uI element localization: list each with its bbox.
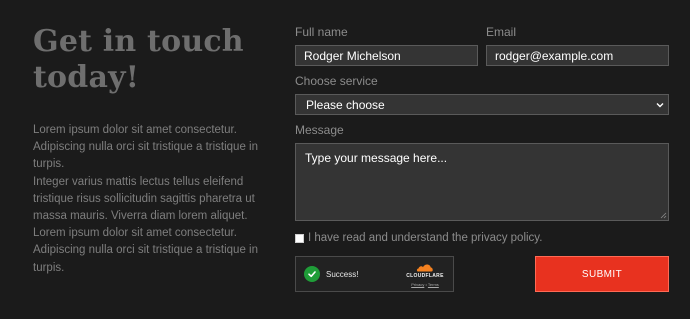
service-label: Choose service [295, 74, 378, 88]
message-label: Message [295, 123, 344, 137]
privacy-checkbox[interactable] [295, 233, 304, 243]
full-name-group: Full name [295, 25, 478, 66]
captcha-terms-link[interactable]: Terms [428, 282, 439, 287]
privacy-label: I have read and understand the privacy p… [308, 232, 543, 244]
intro-text: Lorem ipsum dolor sit amet consectetur. … [33, 122, 263, 277]
intro-section: Get in touch today! Lorem ipsum dolor si… [33, 24, 263, 277]
captcha-status: Success! [326, 269, 359, 279]
email-label: Email [486, 25, 517, 39]
message-placeholder: Type your message here... [305, 151, 448, 165]
captcha-widget[interactable]: Success! CLOUDFLARE Privacy • Terms [295, 256, 454, 292]
captcha-privacy-link[interactable]: Privacy [411, 282, 424, 287]
form-actions: Success! CLOUDFLARE Privacy • Terms SUBM… [295, 256, 669, 292]
cloudflare-wordmark: CLOUDFLARE [406, 273, 444, 279]
message-group: Message Type your message here... [295, 123, 669, 221]
message-textarea[interactable]: Type your message here... [295, 143, 669, 221]
resize-handle-icon[interactable] [660, 212, 667, 219]
service-group: Choose service Please choose [295, 74, 669, 115]
full-name-label: Full name [295, 25, 348, 39]
email-group: Email [486, 25, 669, 66]
page-title-line1: Get in touch [33, 24, 244, 59]
captcha-links: Privacy • Terms [405, 282, 445, 287]
captcha-link-separator: • [425, 282, 427, 287]
intro-paragraph-2: Integer varius mattis lectus tellus elei… [33, 175, 258, 274]
name-email-row: Full name Email [295, 25, 669, 66]
cloudflare-branding: CLOUDFLARE Privacy • Terms [405, 263, 445, 287]
service-select[interactable]: Please choose [295, 94, 669, 115]
full-name-input[interactable] [295, 45, 478, 66]
privacy-consent[interactable]: I have read and understand the privacy p… [295, 232, 669, 244]
submit-button[interactable]: SUBMIT [535, 256, 669, 292]
page-title-line2: today! [33, 60, 140, 95]
check-circle-icon [304, 266, 320, 282]
cloudflare-logo-icon [416, 264, 433, 272]
service-selected-value: Please choose [306, 97, 385, 112]
email-input[interactable] [486, 45, 669, 66]
page-title: Get in touch today! [33, 24, 263, 96]
chevron-down-icon [656, 102, 664, 107]
intro-paragraph-1: Lorem ipsum dolor sit amet consectetur. … [33, 124, 258, 171]
contact-form: Full name Email Choose service Please ch… [295, 25, 669, 292]
